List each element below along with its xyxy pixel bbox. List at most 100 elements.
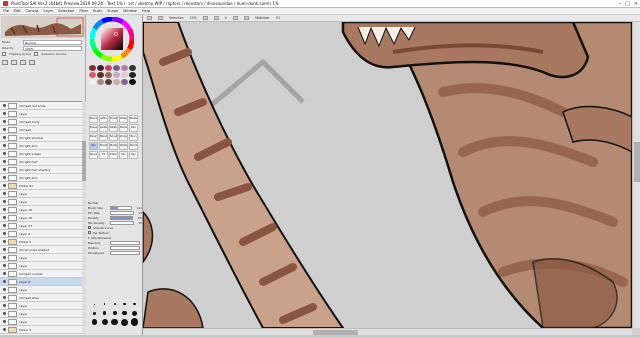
brush-size-preset[interactable] xyxy=(110,300,119,308)
min-size-slider[interactable] xyxy=(110,210,134,215)
layer-row[interactable]: lid right arm xyxy=(0,174,82,182)
visibility-eye-icon[interactable] xyxy=(3,304,6,307)
brush-size-preset[interactable] xyxy=(130,318,139,326)
tool-eraser[interactable]: Eraser xyxy=(89,124,98,132)
visibility-eye-icon[interactable] xyxy=(3,120,6,123)
layer-row[interactable]: lid head xyxy=(0,126,82,134)
flip-icon[interactable] xyxy=(243,16,249,20)
tool-pen[interactable]: Pen xyxy=(129,151,138,159)
layer-row[interactable]: Layer xyxy=(0,198,82,206)
visibility-eye-icon[interactable] xyxy=(3,288,6,291)
visibility-eye-icon[interactable] xyxy=(3,312,6,315)
tool-burn[interactable]: Burn xyxy=(129,133,138,141)
visibility-eye-icon[interactable] xyxy=(3,160,6,163)
visibility-eye-icon[interactable] xyxy=(3,256,6,259)
layer-row[interactable]: Layer xyxy=(0,190,82,198)
menu-item-file[interactable]: File xyxy=(3,9,9,13)
visibility-eye-icon[interactable] xyxy=(3,224,6,227)
layer-row[interactable]: lid right arm xyxy=(0,142,82,150)
opacity-slider[interactable]: 100% xyxy=(23,45,82,51)
visibility-eye-icon[interactable] xyxy=(3,240,6,243)
visibility-eye-icon[interactable] xyxy=(3,136,6,139)
visibility-eye-icon[interactable] xyxy=(3,208,6,211)
brush-size-preset[interactable] xyxy=(90,300,99,308)
new-layer-icon[interactable] xyxy=(2,59,8,65)
tool-smudge[interactable]: Smudge xyxy=(109,133,118,141)
brush-size-preset[interactable] xyxy=(110,309,119,317)
menu-item-filter[interactable]: Filter xyxy=(79,9,88,13)
canvas-horizontal-scrollbar[interactable] xyxy=(143,328,632,335)
visibility-eye-icon[interactable] xyxy=(3,264,6,267)
color-swatch[interactable] xyxy=(97,72,104,78)
color-swatch[interactable] xyxy=(121,72,128,78)
zoom-in-icon[interactable] xyxy=(202,16,208,20)
drawing-canvas[interactable] xyxy=(143,22,632,328)
dilution-slider[interactable] xyxy=(110,245,140,250)
brush-size-preset[interactable] xyxy=(100,300,109,308)
color-swatch[interactable] xyxy=(105,79,112,85)
tool-pen[interactable]: Pen xyxy=(119,151,128,159)
layer-row[interactable]: Layer xyxy=(0,262,82,270)
tool-pencil[interactable]: Pencil xyxy=(129,142,138,150)
close-icon[interactable]: × xyxy=(634,1,638,7)
layer-row[interactable]: Layer 8 xyxy=(0,230,82,238)
density-slider[interactable] xyxy=(110,215,133,220)
layer-row[interactable]: lid right scales xyxy=(0,150,82,158)
layer-row[interactable]: Layer 16 xyxy=(0,214,82,222)
layer-row[interactable]: lid head shes xyxy=(0,294,82,302)
min-density-slider[interactable] xyxy=(110,220,134,225)
layer-row[interactable]: Layer xyxy=(0,254,82,262)
visibility-eye-icon[interactable] xyxy=(3,232,6,235)
color-swatch[interactable] xyxy=(89,79,96,85)
menu-item-edit[interactable]: Edit xyxy=(14,9,21,13)
texture-checkbox[interactable] xyxy=(88,231,91,234)
brush-size-preset[interactable] xyxy=(110,318,119,326)
zoom-value[interactable]: 25% xyxy=(190,16,197,20)
tool-water[interactable]: Water xyxy=(119,115,128,123)
rotate-icon[interactable] xyxy=(232,16,238,20)
brush-size-preset[interactable] xyxy=(130,309,139,317)
layer-row[interactable]: lid head normal xyxy=(0,270,82,278)
color-swatch[interactable] xyxy=(129,65,136,71)
redo-icon[interactable] xyxy=(158,16,163,20)
stabilizer-value[interactable]: S3 xyxy=(276,16,280,20)
color-swatch[interactable] xyxy=(113,72,120,78)
layer-row[interactable]: lid right foot xyxy=(0,158,82,166)
visibility-eye-icon[interactable] xyxy=(3,320,6,323)
visibility-eye-icon[interactable] xyxy=(3,272,6,275)
blending-slider[interactable] xyxy=(110,240,140,245)
clipping-checkbox[interactable] xyxy=(2,52,6,56)
color-swatch[interactable] xyxy=(121,79,128,85)
color-wheel[interactable] xyxy=(90,17,134,61)
tool-mark[interactable]: Mark xyxy=(109,151,118,159)
brush-size-preset[interactable] xyxy=(90,318,99,326)
visibility-eye-icon[interactable] xyxy=(3,328,6,331)
menu-item-ruler[interactable]: Ruler xyxy=(93,9,102,13)
layer-row[interactable]: Layer xyxy=(0,302,82,310)
visibility-eye-icon[interactable] xyxy=(3,104,6,107)
visibility-eye-icon[interactable] xyxy=(3,280,6,283)
tool-pen-wc[interactable]: Pen WC xyxy=(89,142,98,150)
brush-size-slider[interactable] xyxy=(110,205,132,210)
maximize-icon[interactable]: □ xyxy=(625,1,630,7)
smooth-checkbox[interactable] xyxy=(88,226,91,229)
visibility-eye-icon[interactable] xyxy=(3,216,6,219)
layer-folder[interactable]: Folder 01 xyxy=(0,182,82,190)
tool-pencil[interactable]: Pencil xyxy=(89,115,98,123)
layer-row[interactable]: lid right foot shading xyxy=(0,166,82,174)
color-swatch[interactable] xyxy=(113,65,120,71)
color-swatch[interactable] xyxy=(89,72,96,78)
brush-size-preset[interactable] xyxy=(130,300,139,308)
brush-mode-select[interactable]: Normal xyxy=(88,201,108,205)
tool-bucket[interactable]: Bucket xyxy=(119,124,128,132)
layer-row[interactable]: lid head red scale xyxy=(0,102,82,110)
tool-watercolor[interactable]: Watercolor xyxy=(119,142,128,150)
tool-dodge[interactable]: Dodge xyxy=(119,133,128,141)
layer-folder[interactable]: Folder 3 xyxy=(0,326,82,334)
brush-size-preset[interactable] xyxy=(100,318,109,326)
canvas-vertical-scrollbar[interactable] xyxy=(632,22,640,328)
tool-brush[interactable]: Brush xyxy=(99,142,108,150)
layer-row[interactable]: lid right shadow xyxy=(0,134,82,142)
layer-row[interactable]: lid red scale shaded xyxy=(0,246,82,254)
visibility-eye-icon[interactable] xyxy=(3,128,6,131)
